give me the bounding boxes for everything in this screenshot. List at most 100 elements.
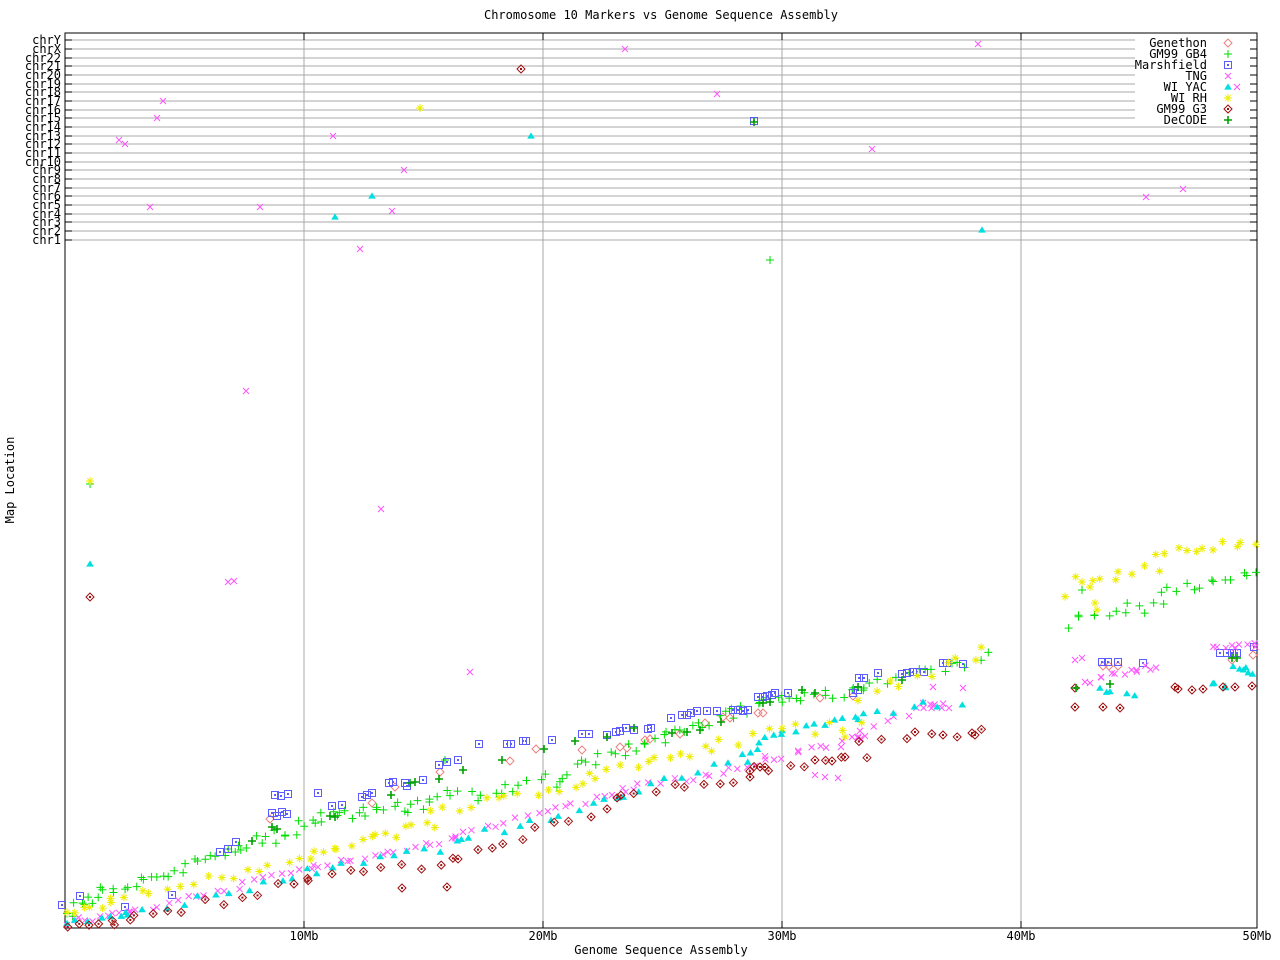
triangle-marker [724, 759, 732, 765]
square-dot-marker [436, 762, 443, 769]
star-marker [616, 761, 624, 769]
plus-marker [1078, 586, 1086, 594]
cross-marker [1147, 667, 1153, 673]
plus-marker [1065, 624, 1073, 632]
plus-marker [537, 776, 545, 784]
cross-marker [288, 870, 294, 876]
square-dot-marker [861, 675, 868, 682]
star-marker [572, 783, 580, 791]
plus-marker [1157, 588, 1165, 596]
series-tng [64, 41, 1258, 928]
star-marker [286, 858, 294, 866]
plus-marker [1208, 576, 1216, 584]
plus-marker [821, 687, 829, 695]
square-dot-marker [59, 902, 66, 909]
star-marker [635, 763, 643, 771]
plus-marker [454, 787, 462, 795]
diamond-marker [1224, 39, 1232, 47]
plus-bold-marker [248, 837, 256, 845]
plus-marker [348, 814, 356, 822]
triangle-marker [838, 715, 846, 721]
star-marker [1183, 547, 1191, 555]
plus-bold-marker [435, 775, 443, 783]
diamond-dot-marker [863, 754, 871, 762]
triangle-marker [590, 800, 598, 806]
plus-marker [1252, 568, 1260, 576]
diamond-dot-marker [903, 735, 911, 743]
chart-window: { "title": "Chromosome 10 Markers vs Gen… [0, 0, 1280, 960]
diamond-dot-marker [531, 823, 539, 831]
plus-bold-marker [326, 812, 334, 820]
cross-marker [1072, 657, 1078, 663]
plus-marker [170, 867, 178, 875]
diamond-dot-marker [1116, 704, 1124, 712]
triangle-marker [873, 708, 881, 714]
cross-marker [869, 146, 875, 152]
triangle-marker [860, 710, 868, 716]
plus-marker [340, 807, 348, 815]
triangle-marker [436, 849, 444, 855]
diamond-dot-marker [565, 817, 573, 825]
plus-marker [139, 875, 147, 883]
star-marker [535, 791, 543, 799]
diamond-dot-marker [1248, 682, 1256, 690]
cross-marker [378, 506, 384, 512]
star-marker [579, 780, 587, 788]
cross-marker [239, 879, 245, 885]
diamond-dot-marker [800, 763, 808, 771]
plus-marker [317, 809, 325, 817]
star-marker [190, 880, 198, 888]
star-marker [381, 829, 389, 837]
star-marker [244, 866, 252, 874]
plus-marker [941, 667, 949, 675]
plus-marker [563, 771, 571, 779]
triangle-marker [678, 774, 686, 780]
star-marker [544, 786, 552, 794]
diamond-dot-marker [787, 762, 795, 770]
plus-marker [829, 694, 837, 702]
plus-marker [474, 797, 482, 805]
cross-marker [372, 852, 378, 858]
star-marker [1091, 599, 1099, 607]
star-marker [423, 819, 431, 827]
diamond-dot-marker [877, 735, 885, 743]
diamond-dot-marker [1071, 703, 1079, 711]
cross-marker [620, 785, 626, 791]
star-marker [666, 754, 674, 762]
plus-marker [109, 885, 117, 893]
legend-item-marshfield: Marshfield [1135, 58, 1232, 72]
diamond-marker [616, 743, 624, 751]
star-marker [307, 855, 315, 863]
diamond-dot-marker [220, 901, 228, 909]
square-dot-marker [668, 715, 675, 722]
cross-marker [536, 810, 542, 816]
plus-marker [785, 694, 793, 702]
square-dot-marker [579, 731, 586, 738]
star-marker [359, 835, 367, 843]
cross-marker [885, 718, 891, 724]
plus-marker [201, 855, 209, 863]
cross-marker [940, 701, 946, 707]
cross-marker [186, 893, 192, 899]
plus-marker [181, 860, 189, 868]
triangle-marker [755, 739, 763, 745]
series-genethon [266, 651, 1257, 823]
diamond-dot-marker [1224, 105, 1232, 113]
plus-marker [1074, 611, 1082, 619]
square-dot-marker [960, 661, 967, 668]
plus-marker [514, 781, 522, 789]
plus-marker [433, 793, 441, 801]
cross-marker [296, 867, 302, 873]
triangle-marker [501, 829, 509, 835]
star-marker [686, 753, 694, 761]
plus-marker [1191, 586, 1199, 594]
star-marker [427, 807, 435, 815]
cross-marker [1229, 642, 1235, 648]
cross-marker [1142, 663, 1148, 669]
plus-marker [582, 758, 590, 766]
cross-marker [1245, 641, 1251, 647]
plus-marker [160, 872, 168, 880]
triangle-marker [390, 852, 398, 858]
star-marker [1078, 578, 1086, 586]
star-marker [928, 672, 936, 680]
